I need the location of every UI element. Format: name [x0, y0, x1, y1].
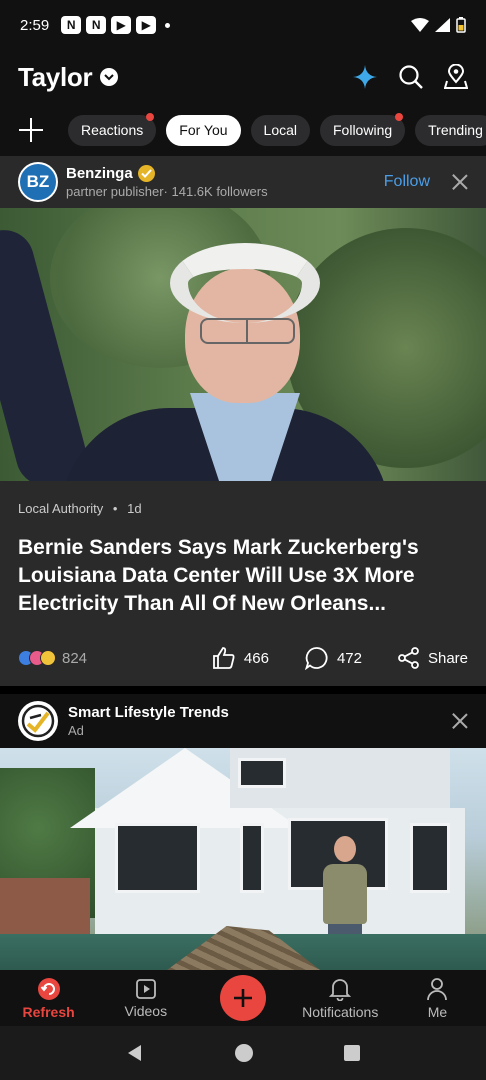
nav-create[interactable] [194, 970, 291, 1026]
tab-for-you[interactable]: For You [166, 114, 241, 146]
share-icon [398, 647, 419, 669]
youtube-notification-icon: ▶ [136, 16, 157, 34]
close-icon[interactable] [452, 174, 468, 190]
reaction-summary[interactable]: 824 [18, 650, 87, 667]
comment-button[interactable]: 472 [304, 646, 362, 670]
app-notification-icon: N [61, 16, 82, 34]
unread-dot [146, 112, 155, 121]
publisher-name[interactable]: Benzinga [66, 165, 133, 182]
news-card[interactable]: BZ Benzinga partner publisher· 141.6K fo… [0, 156, 486, 686]
refresh-icon [37, 977, 60, 1000]
article-source[interactable]: Local Authority [18, 501, 103, 516]
meta-separator: • [112, 501, 118, 516]
ai-sparkle-icon[interactable] [352, 64, 378, 90]
back-icon[interactable] [125, 1043, 145, 1063]
thumbs-up-icon [213, 647, 235, 669]
battery-icon [456, 17, 466, 33]
article-meta: Local Authority • 1d [0, 481, 486, 516]
advertiser-logo[interactable] [18, 701, 58, 741]
tab-label: Reactions [81, 122, 144, 138]
verified-badge-icon [137, 165, 155, 182]
publisher-meta: partner publisher· 141.6K followers [66, 184, 268, 199]
more-notifications-icon [165, 22, 171, 28]
tab-local[interactable]: Local [250, 114, 310, 146]
feed-tabs: Reactions For You Local Following Trendi… [0, 104, 486, 156]
share-label: Share [427, 649, 468, 667]
publisher-row: BZ Benzinga partner publisher· 141.6K fo… [0, 156, 486, 208]
advertiser-name[interactable]: Smart Lifestyle Trends [68, 704, 229, 721]
location-icon[interactable] [444, 64, 468, 90]
tab-label: Following [333, 122, 393, 138]
ad-label: Ad [68, 723, 84, 738]
home-icon[interactable] [234, 1043, 254, 1063]
bottom-navigation: Refresh Videos Notifications Me [0, 970, 486, 1026]
profile-title[interactable]: Taylor [18, 62, 93, 93]
plus-icon [220, 975, 266, 1021]
tab-trending[interactable]: Trending [415, 114, 486, 146]
like-button[interactable]: 466 [212, 646, 269, 670]
nav-videos[interactable]: Videos [97, 970, 194, 1026]
chevron-down-icon[interactable] [100, 68, 119, 86]
nav-label: Refresh [22, 1003, 75, 1020]
nav-refresh[interactable]: Refresh [0, 970, 97, 1026]
comment-count: 472 [336, 649, 362, 667]
publisher-logo[interactable]: BZ [18, 162, 58, 202]
status-bar: 2:59 N N ▶ ▶ [0, 0, 486, 50]
recents-icon[interactable] [343, 1044, 361, 1062]
ad-image[interactable] [0, 748, 486, 970]
article-headline[interactable]: Bernie Sanders Says Mark Zuckerberg's Lo… [0, 516, 486, 618]
tab-label: For You [179, 122, 228, 138]
search-icon[interactable] [398, 64, 424, 90]
laugh-reaction-icon [40, 650, 56, 666]
signal-icon [435, 18, 450, 32]
nav-me[interactable]: Me [389, 970, 486, 1026]
tab-label: Trending [428, 122, 483, 138]
tab-label: Local [263, 122, 297, 138]
status-time: 2:59 [20, 16, 50, 34]
share-button[interactable]: Share [398, 647, 468, 669]
comment-icon [304, 647, 328, 670]
tab-reactions[interactable]: Reactions [68, 112, 157, 146]
ad-card[interactable]: Smart Lifestyle Trends Ad [0, 694, 486, 970]
ad-header: Smart Lifestyle Trends Ad [0, 694, 486, 748]
reaction-count: 824 [62, 649, 88, 667]
wifi-icon [411, 18, 429, 32]
add-channel-plus-icon[interactable] [18, 117, 44, 143]
nav-label: Videos [124, 1002, 168, 1019]
close-icon[interactable] [452, 713, 468, 729]
video-icon [135, 978, 156, 999]
tab-following[interactable]: Following [320, 112, 406, 146]
bell-icon [329, 978, 352, 1001]
article-image[interactable] [0, 208, 486, 481]
nav-notifications[interactable]: Notifications [292, 970, 389, 1026]
unread-dot [395, 112, 404, 121]
app-header: Taylor [0, 50, 486, 104]
app-notification-icon: N [86, 16, 107, 34]
system-navigation-bar [0, 1026, 486, 1080]
youtube-notification-icon: ▶ [111, 16, 132, 34]
article-age: 1d [127, 501, 142, 516]
article-actions: 824 466 472 Share [0, 642, 486, 674]
person-icon [427, 977, 448, 1000]
nav-label: Me [427, 1003, 448, 1020]
follow-button[interactable]: Follow [384, 173, 430, 191]
nav-label: Notifications [302, 1003, 379, 1020]
like-count: 466 [243, 649, 269, 667]
